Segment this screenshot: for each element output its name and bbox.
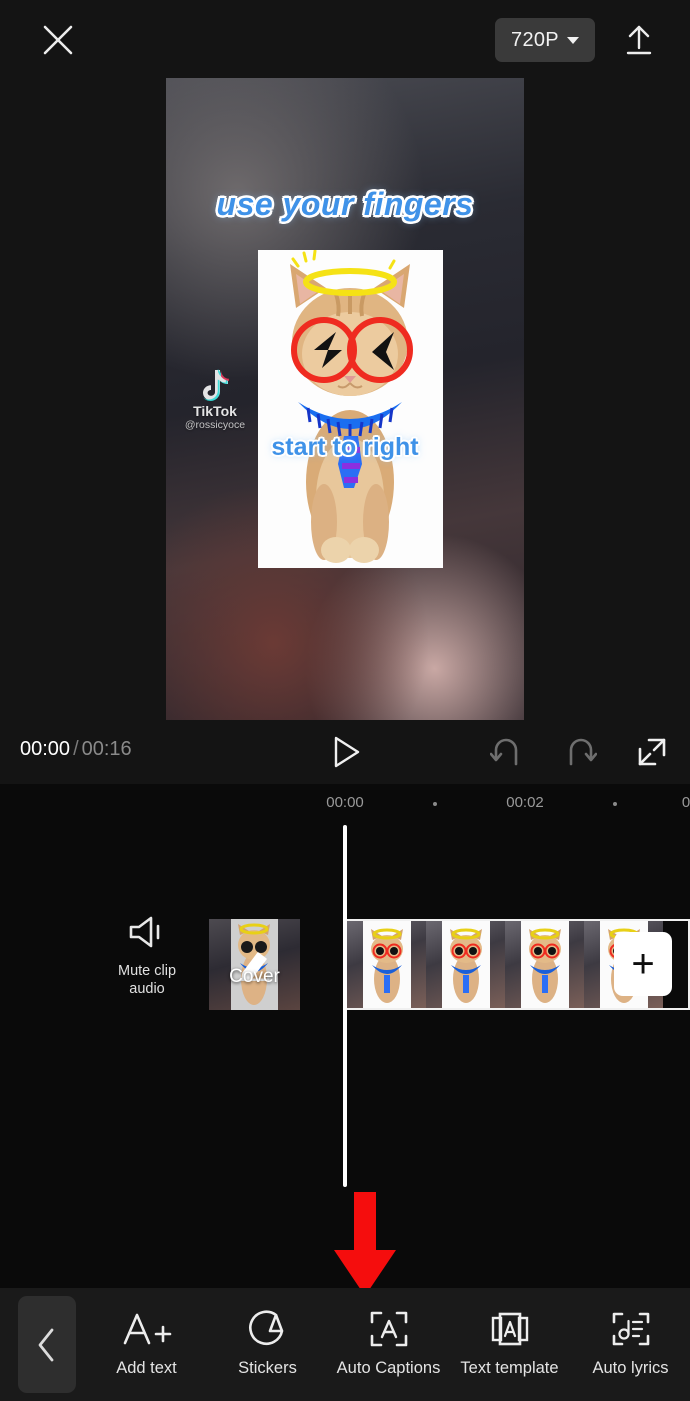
export-upload-icon [626, 25, 652, 55]
speaker-mute-icon [129, 916, 160, 948]
close-icon [43, 25, 73, 55]
redo-icon [569, 738, 597, 766]
tiktok-note-icon [200, 368, 230, 402]
clip-frame-thumb [529, 928, 561, 1003]
tiktok-watermark: TikTok @rossicyoce [178, 368, 252, 431]
cover-thumbnail-button[interactable]: Cover [209, 919, 300, 1010]
ruler-tick-dot [613, 802, 617, 806]
undo-icon [490, 738, 518, 766]
cat-sticker-image [290, 250, 413, 563]
red-annotation-arrow [334, 1192, 396, 1296]
toolbar-label-auto-lyrics: Auto lyrics [592, 1359, 669, 1377]
play-button[interactable] [324, 732, 368, 772]
sticker-peel-icon [207, 1306, 328, 1352]
chevron-down-icon [566, 36, 579, 44]
a-plus-icon [86, 1306, 207, 1352]
close-button[interactable] [36, 18, 80, 62]
mute-clip-label-line1: Mute clip [117, 963, 177, 979]
auto-lyrics-note-icon [570, 1306, 690, 1352]
cover-label: Cover [229, 966, 280, 987]
ruler-tick-dot [433, 802, 437, 806]
clip-frame-thumb [371, 928, 403, 1003]
toolbar-items: Add text Stickers Auto Captions Text tem… [86, 1288, 690, 1401]
undo-button[interactable] [487, 732, 527, 772]
video-caption-top: use your fingers [216, 186, 474, 222]
fullscreen-expand-icon [638, 738, 666, 766]
ruler-tick-label: 00:02 [506, 794, 544, 811]
toolbar-item-add-text[interactable]: Add text [86, 1288, 207, 1378]
toolbar-back-button[interactable] [18, 1296, 76, 1393]
timeline-ruler[interactable]: 00:00 00:02 0 [0, 784, 690, 826]
plus-icon: + [631, 942, 655, 986]
preview-area: use your fingers TikTok @rossicyoce star… [0, 78, 690, 720]
export-button[interactable] [617, 18, 661, 62]
clip-frame[interactable] [426, 921, 505, 1008]
chevron-left-icon [38, 1328, 54, 1361]
top-bar: 720P [0, 0, 690, 78]
add-clip-button[interactable]: + [614, 932, 672, 996]
resolution-button[interactable]: 720P [495, 18, 595, 62]
capcut-editor-screen: 720P use your fingers TikTok @rossicyoce… [0, 0, 690, 1401]
text-template-layers-icon [449, 1306, 570, 1352]
cat-sticker-card [258, 250, 443, 568]
total-time: 00:16 [81, 738, 132, 760]
clip-frame-thumb [450, 928, 482, 1003]
ruler-tick-label: 0 [681, 794, 690, 811]
toolbar-label-add-text: Add text [116, 1359, 177, 1377]
fullscreen-button[interactable] [632, 732, 672, 772]
bottom-toolbar: Add text Stickers Auto Captions Text tem… [0, 1288, 690, 1401]
toolbar-label-text-template: Text template [460, 1359, 559, 1377]
play-icon [334, 736, 360, 768]
mute-clip-label-line2: audio [129, 981, 165, 998]
clip-frame[interactable] [347, 921, 426, 1008]
resolution-label: 720P [511, 28, 559, 51]
video-preview[interactable]: use your fingers TikTok @rossicyoce star… [166, 78, 524, 720]
toolbar-label-stickers: Stickers [238, 1359, 297, 1377]
toolbar-item-text-template[interactable]: Text template [449, 1288, 570, 1378]
mute-clip-audio-button[interactable]: Mute clip audio [103, 915, 191, 998]
ruler-tick-label: 00:00 [326, 794, 364, 811]
auto-captions-bracket-a-icon [328, 1306, 449, 1352]
tiktok-brand-label: TikTok [193, 403, 237, 419]
toolbar-item-auto-lyrics[interactable]: Auto lyrics [570, 1288, 690, 1378]
playback-bar: 00:00/00:16 [0, 720, 690, 784]
video-caption-mid: start to right [271, 433, 419, 461]
clip-frame[interactable] [505, 921, 584, 1008]
toolbar-label-auto-captions: Auto Captions [336, 1359, 441, 1377]
time-separator: / [73, 738, 79, 760]
time-display: 00:00/00:16 [20, 738, 132, 761]
toolbar-item-auto-captions[interactable]: Auto Captions [328, 1288, 449, 1378]
redo-button[interactable] [560, 732, 600, 772]
tiktok-handle-label: @rossicyoce [184, 418, 246, 431]
toolbar-item-stickers[interactable]: Stickers [207, 1288, 328, 1378]
current-time: 00:00 [20, 738, 71, 760]
